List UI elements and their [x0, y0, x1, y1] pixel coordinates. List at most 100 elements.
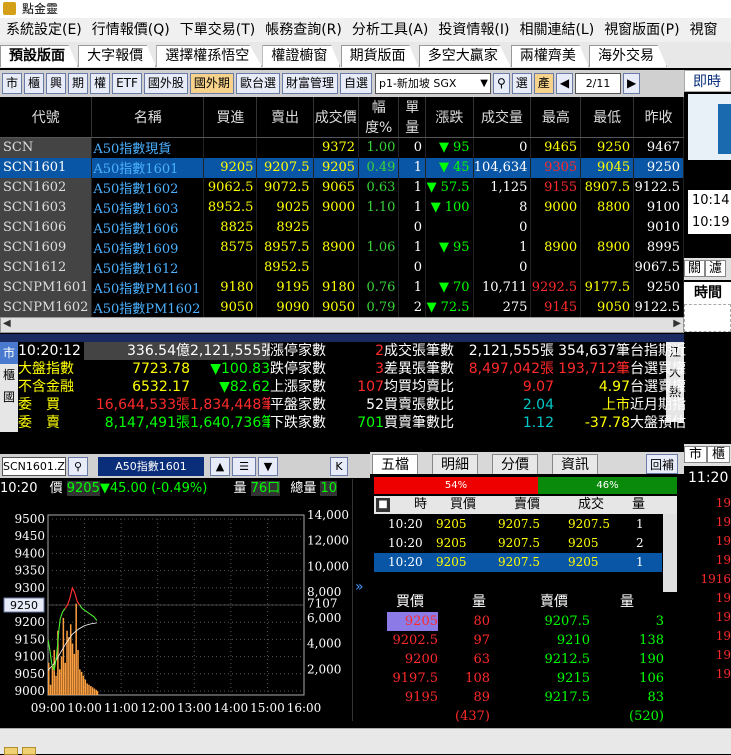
col-header[interactable]: 幅度%: [358, 97, 400, 138]
tab-warrants[interactable]: 權證櫥窗: [262, 45, 341, 67]
horizontal-scrollbar[interactable]: ◀ ▶: [0, 317, 684, 333]
tab-overseas[interactable]: 海外交易: [588, 45, 667, 67]
euro-tw-options-button[interactable]: 歐台選: [235, 73, 280, 94]
menu-item-trade[interactable]: 下單交易(T): [174, 22, 259, 38]
scroll-left-icon[interactable]: ◀: [3, 318, 11, 329]
foreign-futures-button[interactable]: 國外期: [189, 73, 234, 94]
menu-item-analysis[interactable]: 分析工具(A): [346, 22, 433, 38]
book-row[interactable]: 9195 89 9217.5 83: [374, 688, 664, 707]
table-row[interactable]: SCN1601 A50指數1601 9205 9207.5 9205 0.49 1 ▼ 45 10…: [0, 157, 684, 178]
otc-btn[interactable]: 櫃: [707, 446, 731, 463]
table-row[interactable]: SCN1606 A50指數1606 8825 8925 0 0 9010: [0, 217, 684, 238]
lock-icon[interactable]: ■: [376, 498, 390, 512]
expand-icon[interactable]: »: [355, 579, 364, 595]
summary-tab-otc[interactable]: 櫃: [0, 364, 18, 386]
search-icon[interactable]: ⚲: [492, 73, 510, 94]
cell-code: SCNPM1601: [0, 277, 93, 298]
col-header[interactable]: 成交量: [473, 97, 532, 138]
tick-scrollbar[interactable]: [663, 514, 677, 592]
cell-prev: 9010: [633, 217, 684, 238]
list-menu-icon[interactable]: ☰: [232, 457, 256, 476]
tab-close[interactable]: 關: [684, 260, 706, 277]
col-header[interactable]: 名稱: [91, 97, 205, 138]
tab-details[interactable]: 明細: [432, 454, 478, 474]
right-num: 19: [715, 553, 731, 567]
summary-cell: 買賣張數比: [384, 397, 454, 413]
menu-item-quotes[interactable]: 行情報價(Q): [86, 22, 174, 38]
col-header[interactable]: 最低: [580, 97, 635, 138]
book-row[interactable]: 9205 80 9207.5 3: [374, 612, 664, 631]
otc-button[interactable]: 櫃: [24, 73, 45, 94]
tab-two-rights[interactable]: 兩權齊美: [510, 45, 589, 67]
wealth-mgmt-button[interactable]: 財富管理: [281, 73, 338, 94]
tab-default-layout[interactable]: 預設版面: [0, 45, 78, 67]
group-select[interactable]: p1-新加坡 SGX: [374, 73, 491, 94]
k-chart-button[interactable]: K: [330, 457, 348, 476]
intraday-chart[interactable]: 9500 9450 9400 9350 9300 9250 9200 9150 9100 9050…: [0, 499, 352, 721]
product-button[interactable]: 產: [533, 73, 554, 94]
news-time[interactable]: 10:19: [692, 212, 731, 234]
news-time[interactable]: 10:14: [692, 190, 731, 212]
foreign-stock-button[interactable]: 國外股: [143, 73, 188, 94]
chart-expand-handle[interactable]: »: [352, 479, 370, 721]
tab-big-quote[interactable]: 大字報價: [78, 45, 157, 67]
col-header[interactable]: 最高: [530, 97, 582, 138]
tab-price-dist[interactable]: 分價: [492, 454, 538, 474]
menu-item-account[interactable]: 帳務查詢(R): [259, 22, 346, 38]
tick-row[interactable]: 10:20 9205 9207.5 9205 1: [374, 553, 662, 572]
col-header[interactable]: 賣出: [256, 97, 314, 138]
book-row[interactable]: 9200 63 9212.5 190: [374, 650, 664, 669]
tab-long-short[interactable]: 多空大贏家: [418, 45, 511, 67]
select-button[interactable]: 選: [511, 73, 532, 94]
summary-tab-intl[interactable]: 國: [0, 386, 18, 408]
table-row[interactable]: SCN1602 A50指數1602 9062.5 9072.5 9065 0.63 1 ▼ 57…: [0, 177, 684, 198]
watchlist-button[interactable]: 自選: [339, 73, 372, 94]
table-row[interactable]: SCN1612 A50指數1612 8952.5 0 0 9067.5: [0, 257, 684, 278]
tab-futures[interactable]: 期貨版面: [340, 45, 419, 67]
col-header[interactable]: 單量: [398, 97, 427, 138]
chevron-down-icon[interactable]: ▼: [258, 457, 278, 476]
col-header[interactable]: 代號: [0, 97, 93, 138]
mkt-btn[interactable]: 市: [684, 446, 708, 463]
book-row[interactable]: 9197.5 108 9215 106: [374, 669, 665, 688]
panel-divider[interactable]: [0, 334, 684, 342]
menu-dropdown-icon[interactable]: ▲: [210, 457, 230, 476]
next-page-icon[interactable]: ▶: [623, 73, 641, 94]
tab-options[interactable]: 選擇權孫悟空: [156, 45, 263, 67]
tick-row[interactable]: 10:20 9205 9207.5 9207.5 1: [374, 515, 662, 534]
table-row[interactable]: SCNPM1602 A50指數PM1602 9050 9090 9050 0.79 2 ▼ 72…: [0, 297, 684, 318]
summary-tab-market[interactable]: 市: [0, 342, 18, 364]
table-row[interactable]: SCN A50指數現貨 9372 1.00 0 ▼ 95 0 9465 9250 9467: [0, 137, 684, 158]
prev-page-icon[interactable]: ◀: [555, 73, 574, 94]
book-row[interactable]: 9202.5 97 9210 138: [374, 631, 665, 650]
menu-item-links[interactable]: 相關連結(L): [513, 22, 598, 38]
symbol-combo[interactable]: SCN1601.Z: [2, 457, 66, 476]
table-row[interactable]: SCN1609 A50指數1609 8575 8957.5 8900 1.06 1 ▼ 95 1 8…: [0, 237, 684, 258]
tab-filter[interactable]: 濾: [705, 260, 727, 277]
menu-item-info[interactable]: 投資情報(I): [432, 22, 513, 38]
tick-row[interactable]: 10:20 9205 9207.5 9205 2: [374, 534, 662, 553]
col-header[interactable]: 昨收: [633, 97, 684, 138]
etf-button[interactable]: ETF: [112, 73, 142, 94]
cell-vol: 1: [398, 157, 427, 178]
menu-item-layout[interactable]: 視窗版面(P): [598, 22, 683, 38]
symbol-search-icon[interactable]: ⚲: [68, 457, 88, 476]
market-button[interactable]: 市: [2, 73, 23, 94]
return-button[interactable]: 回補: [646, 454, 679, 474]
tab-info[interactable]: 資訊: [552, 454, 598, 474]
menu-item-system[interactable]: 系統設定(E): [0, 22, 86, 38]
emerging-button[interactable]: 興: [46, 73, 67, 94]
table-row[interactable]: SCNPM1601 A50指數PM1601 9180 9195 9180 0.76 1 ▼ 70…: [0, 277, 684, 298]
col-header[interactable]: 漲跌: [425, 97, 474, 138]
book-ask: 9207.5: [544, 614, 591, 629]
y-tick-label: 9200: [14, 615, 45, 629]
options-button[interactable]: 權: [90, 73, 111, 94]
tab-five-levels[interactable]: 五檔: [372, 454, 418, 474]
scroll-right-icon[interactable]: ▶: [673, 318, 681, 329]
table-row[interactable]: SCN1603 A50指數1603 8952.5 9025 9000 1.10 1 ▼ 100 8…: [0, 197, 684, 218]
quote-toolbar: 市櫃興期權ETF國外股國外期歐台選財富管理自選p1-新加坡 SGX⚲選產◀2/1…: [0, 70, 684, 97]
col-header[interactable]: 成交價: [313, 97, 360, 138]
futures-button[interactable]: 期: [68, 73, 89, 94]
col-header[interactable]: 買進: [203, 97, 258, 138]
menu-item-window[interactable]: 視窗: [684, 22, 722, 38]
